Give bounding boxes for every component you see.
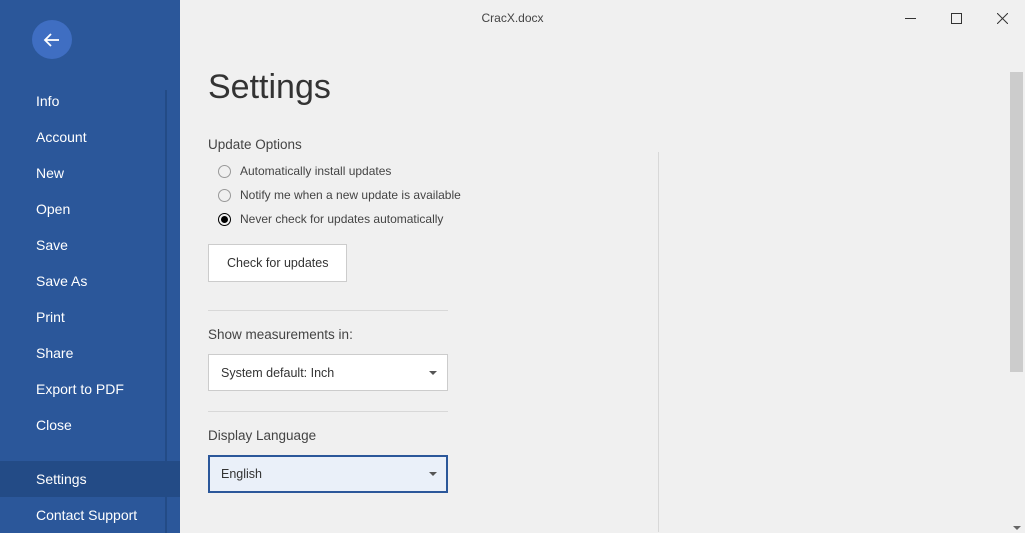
maximize-icon [951,13,962,24]
sidebar-item-close[interactable]: Close [0,407,180,443]
sidebar-item-label: Open [36,201,70,217]
sidebar-item-label: Save [36,237,68,253]
sidebar-item-export-pdf[interactable]: Export to PDF [0,371,180,407]
sidebar-scroll-indicator [165,90,167,533]
minimize-icon [905,13,916,24]
sidebar-item-settings[interactable]: Settings [0,461,180,497]
dropdown-value: System default: Inch [221,366,334,380]
section-heading-update: Update Options [208,137,478,152]
sidebar-item-label: Account [36,129,87,145]
sidebar-item-label: New [36,165,64,181]
radio-never-check[interactable]: Never check for updates automatically [218,212,478,226]
close-icon [997,13,1008,24]
scrollbar-down-button[interactable] [1008,526,1025,530]
sidebar-item-contact-support[interactable]: Contact Support [0,497,180,533]
titlebar: CracX.docx [0,0,1025,36]
divider [208,310,448,311]
radio-icon [218,165,231,178]
maximize-button[interactable] [933,3,979,33]
close-button[interactable] [979,3,1025,33]
body: Info Account New Open Save Save As Print… [0,0,1025,533]
radio-icon [218,189,231,202]
app-window: CracX.docx Info Account [0,0,1025,533]
divider [208,411,448,412]
radio-label: Never check for updates automatically [240,212,443,226]
nav-separator [0,443,180,461]
sidebar: Info Account New Open Save Save As Print… [0,0,180,533]
chevron-down-icon [429,472,437,476]
radio-dot-icon [221,216,228,223]
content-area: Settings Update Options Automatically in… [180,0,1025,533]
sidebar-item-label: Settings [36,471,87,487]
sidebar-item-label: Print [36,309,65,325]
update-options-section: Update Options Automatically install upd… [208,137,478,282]
chevron-down-icon [429,371,437,375]
window-title: CracX.docx [0,11,1025,25]
sidebar-item-new[interactable]: New [0,155,180,191]
language-section: Display Language English [208,428,478,493]
settings-column: Update Options Automatically install upd… [208,137,478,493]
radio-icon [218,213,231,226]
radio-label: Notify me when a new update is available [240,188,461,202]
sidebar-item-open[interactable]: Open [0,191,180,227]
language-dropdown[interactable]: English [208,455,448,493]
sidebar-item-account[interactable]: Account [0,119,180,155]
section-heading-language: Display Language [208,428,478,443]
sidebar-item-label: Save As [36,273,87,289]
section-heading-measurements: Show measurements in: [208,327,478,342]
measurements-dropdown[interactable]: System default: Inch [208,354,448,391]
check-for-updates-button[interactable]: Check for updates [208,244,347,282]
scrollbar[interactable] [1008,72,1025,533]
sidebar-item-info[interactable]: Info [0,83,180,119]
scrollbar-thumb[interactable] [1010,72,1023,372]
radio-notify[interactable]: Notify me when a new update is available [218,188,478,202]
page-title: Settings [208,68,989,107]
radio-auto-install[interactable]: Automatically install updates [218,164,478,178]
sidebar-item-print[interactable]: Print [0,299,180,335]
vertical-divider [658,152,659,532]
sidebar-item-save[interactable]: Save [0,227,180,263]
sidebar-item-label: Share [36,345,73,361]
measurements-section: Show measurements in: System default: In… [208,327,478,391]
sidebar-item-share[interactable]: Share [0,335,180,371]
window-controls [887,0,1025,36]
nav-list: Info Account New Open Save Save As Print… [0,83,180,533]
dropdown-value: English [221,467,262,481]
content-scroll: Settings Update Options Automatically in… [180,0,1025,533]
sidebar-item-label: Contact Support [36,507,137,523]
radio-label: Automatically install updates [240,164,391,178]
sidebar-item-label: Close [36,417,72,433]
sidebar-item-label: Info [36,93,59,109]
sidebar-item-label: Export to PDF [36,381,124,397]
sidebar-item-save-as[interactable]: Save As [0,263,180,299]
minimize-button[interactable] [887,3,933,33]
chevron-down-icon [1013,526,1021,530]
